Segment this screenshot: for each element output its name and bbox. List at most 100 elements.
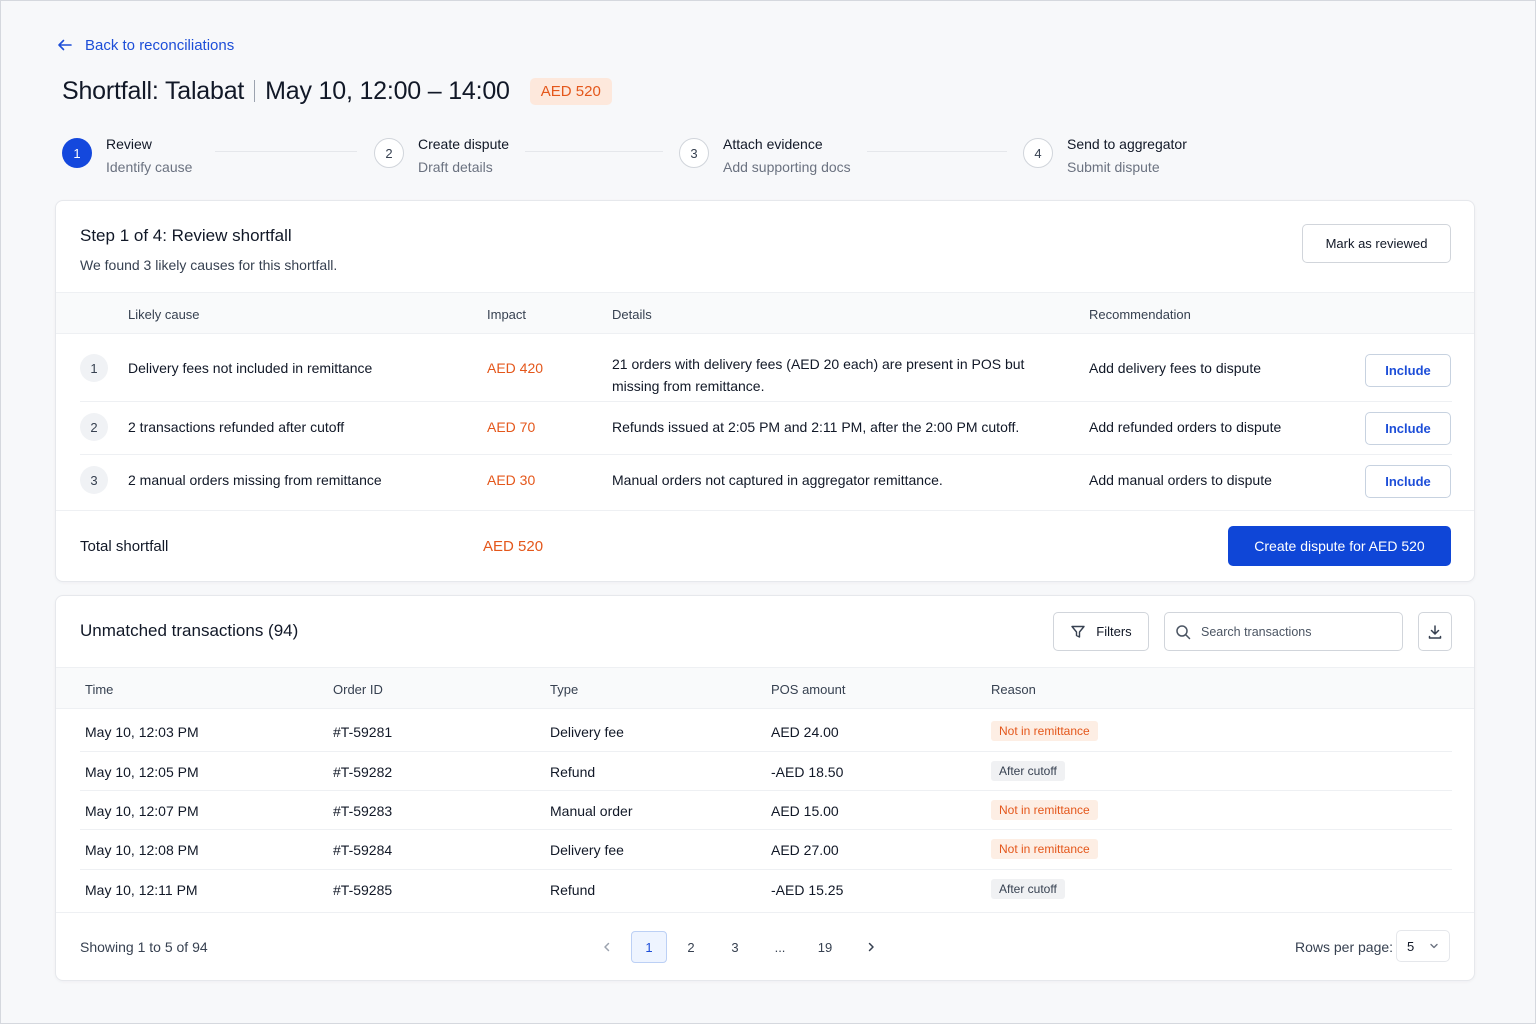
tx-time: May 10, 12:05 PM bbox=[85, 764, 199, 780]
page-title-aggregator: Shortfall: Talabat bbox=[62, 76, 245, 105]
transactions-table-header bbox=[56, 667, 1474, 709]
include-button[interactable]: Include bbox=[1365, 465, 1451, 498]
tx-time: May 10, 12:11 PM bbox=[85, 882, 198, 898]
page-title-window: May 10, 12:00 – 14:00 bbox=[265, 76, 510, 105]
pagination-prev-button[interactable] bbox=[589, 931, 625, 963]
step-number: 4 bbox=[1023, 138, 1053, 168]
pagination-page-1[interactable]: 1 bbox=[631, 931, 667, 963]
tx-time: May 10, 12:03 PM bbox=[85, 724, 199, 740]
tx-time: May 10, 12:07 PM bbox=[85, 803, 199, 819]
tx-type: Refund bbox=[550, 882, 596, 898]
column-header-likely-cause: Likely cause bbox=[128, 307, 200, 322]
row-divider bbox=[80, 869, 1452, 870]
step-create-dispute[interactable]: 2 Create dispute Draft details bbox=[374, 135, 509, 176]
rows-per-page-value: 5 bbox=[1407, 938, 1415, 954]
cause-details: Manual orders not captured in aggregator… bbox=[612, 472, 943, 488]
page-title: Shortfall: Talabat May 10, 12:00 – 14:00… bbox=[62, 73, 612, 109]
reason-badge: After cutoff bbox=[991, 761, 1065, 781]
download-icon bbox=[1428, 624, 1442, 639]
row-divider bbox=[80, 829, 1452, 830]
causes-table-header bbox=[56, 292, 1474, 334]
total-divider bbox=[56, 510, 1474, 511]
reason-badge: Not in remittance bbox=[991, 800, 1098, 820]
page-frame: Back to reconciliations Shortfall: Talab… bbox=[0, 0, 1536, 1024]
cause-recommendation: Add delivery fees to dispute bbox=[1089, 360, 1261, 376]
step-title: Review bbox=[106, 136, 152, 152]
showing-count: Showing 1 to 5 of 94 bbox=[80, 939, 208, 955]
step-number: 3 bbox=[679, 138, 709, 168]
step-subtitle: Add supporting docs bbox=[723, 159, 851, 175]
total-shortfall-label: Total shortfall bbox=[80, 538, 169, 555]
cause-text: 2 manual orders missing from remittance bbox=[128, 472, 382, 488]
filters-button[interactable]: Filters bbox=[1053, 612, 1149, 651]
tx-pos-amount: -AED 18.50 bbox=[771, 764, 844, 780]
pagination-page-19[interactable]: 19 bbox=[807, 931, 843, 963]
search-transactions-field[interactable] bbox=[1164, 612, 1403, 651]
footer-divider bbox=[56, 912, 1474, 913]
tx-type: Delivery fee bbox=[550, 842, 624, 858]
tx-order-id: #T-59282 bbox=[333, 764, 393, 780]
cause-details: 21 orders with delivery fees (AED 20 eac… bbox=[612, 353, 1052, 397]
row-divider bbox=[80, 751, 1452, 752]
column-header-recommendation: Recommendation bbox=[1089, 307, 1191, 322]
chevron-right-icon bbox=[868, 942, 874, 952]
review-card-subtitle: We found 3 likely causes for this shortf… bbox=[80, 257, 338, 273]
review-shortfall-card: Step 1 of 4: Review shortfall We found 3… bbox=[55, 200, 1475, 582]
include-button[interactable]: Include bbox=[1365, 412, 1451, 445]
back-link-label: Back to reconciliations bbox=[85, 36, 235, 54]
cause-text: Delivery fees not included in remittance bbox=[128, 360, 373, 376]
tx-type: Delivery fee bbox=[550, 724, 624, 740]
cause-text: 2 transactions refunded after cutoff bbox=[128, 419, 345, 435]
step-title: Send to aggregator bbox=[1067, 136, 1187, 152]
tx-pos-amount: AED 15.00 bbox=[771, 803, 839, 819]
pagination-page-2[interactable]: 2 bbox=[673, 931, 709, 963]
back-to-reconciliations-link[interactable]: Back to reconciliations bbox=[57, 35, 234, 55]
rows-per-page-label: Rows per page: bbox=[1295, 939, 1394, 955]
rows-per-page-select[interactable]: 5 bbox=[1396, 930, 1450, 962]
column-header-details: Details bbox=[612, 307, 652, 322]
tx-pos-amount: AED 27.00 bbox=[771, 842, 839, 858]
review-card-title: Step 1 of 4: Review shortfall bbox=[80, 226, 292, 245]
pagination-ellipsis: ... bbox=[774, 939, 786, 955]
column-header-order-id: Order ID bbox=[333, 682, 383, 697]
column-header-time: Time bbox=[85, 682, 114, 697]
filter-icon bbox=[1071, 625, 1085, 638]
search-transactions-input[interactable] bbox=[1201, 624, 1391, 639]
shortfall-amount-badge: AED 520 bbox=[529, 77, 612, 105]
cause-details-line: 21 orders with delivery fees (AED 20 eac… bbox=[612, 356, 1025, 372]
cause-impact: AED 30 bbox=[487, 472, 536, 488]
row-divider bbox=[80, 790, 1452, 791]
step-number: 2 bbox=[374, 138, 404, 168]
cause-number: 3 bbox=[80, 466, 108, 494]
mark-as-reviewed-button[interactable]: Mark as reviewed bbox=[1302, 224, 1451, 263]
cause-impact: AED 420 bbox=[487, 360, 544, 376]
filters-label: Filters bbox=[1096, 624, 1132, 639]
download-button[interactable] bbox=[1418, 612, 1452, 651]
create-dispute-button[interactable]: Create dispute for AED 520 bbox=[1228, 526, 1451, 566]
step-send-to-aggregator[interactable]: 4 Send to aggregator Submit dispute bbox=[1023, 135, 1187, 176]
chevron-down-icon bbox=[1430, 943, 1438, 949]
tx-time: May 10, 12:08 PM bbox=[85, 842, 199, 858]
step-title: Attach evidence bbox=[723, 136, 823, 152]
pagination-page-3[interactable]: 3 bbox=[717, 931, 753, 963]
step-subtitle: Submit dispute bbox=[1067, 159, 1160, 175]
unmatched-card-title: Unmatched transactions (94) bbox=[80, 621, 299, 640]
step-subtitle: Identify cause bbox=[106, 159, 193, 175]
step-review[interactable]: 1 Review Identify cause bbox=[62, 135, 192, 176]
reason-badge: Not in remittance bbox=[991, 721, 1098, 741]
reason-badge: Not in remittance bbox=[991, 839, 1098, 859]
column-header-impact: Impact bbox=[487, 307, 527, 322]
tx-type: Manual order bbox=[550, 803, 633, 819]
arrow-left-icon bbox=[58, 39, 72, 51]
include-button[interactable]: Include bbox=[1365, 354, 1451, 387]
total-shortfall-value: AED 520 bbox=[483, 538, 544, 555]
step-attach-evidence[interactable]: 3 Attach evidence Add supporting docs bbox=[679, 135, 851, 176]
stepper-connector bbox=[525, 151, 663, 152]
column-header-type: Type bbox=[550, 682, 579, 697]
row-divider bbox=[80, 454, 1452, 455]
pagination-next-button[interactable] bbox=[853, 931, 889, 963]
tx-order-id: #T-59284 bbox=[333, 842, 393, 858]
title-divider bbox=[254, 80, 256, 102]
cause-details: Refunds issued at 2:05 PM and 2:11 PM, a… bbox=[612, 419, 1020, 435]
tx-pos-amount: AED 24.00 bbox=[771, 724, 839, 740]
